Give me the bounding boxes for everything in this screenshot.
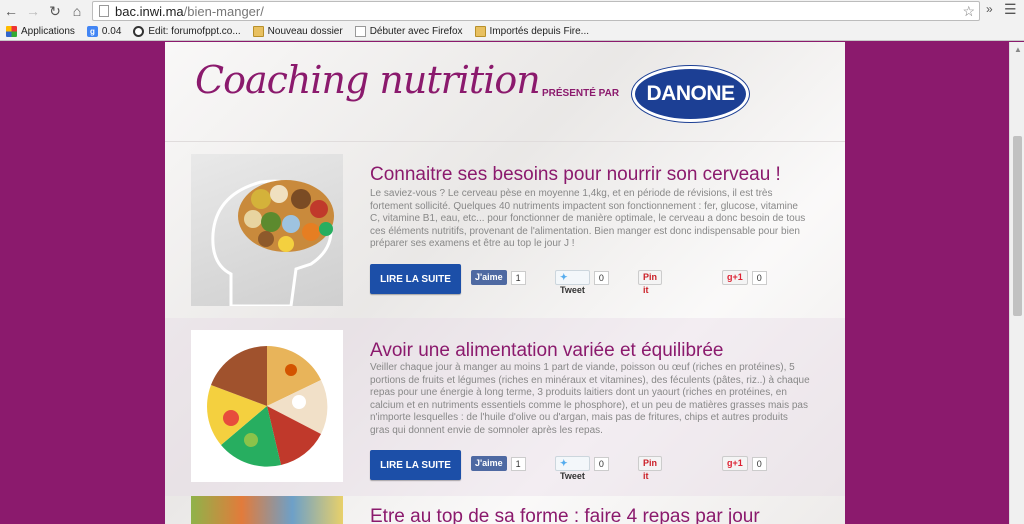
tweet-button[interactable]: ✦ Tweet 0 [555, 270, 609, 295]
google-plus-label-text: +1 [732, 272, 743, 282]
bookmark-label: Importés depuis Fire... [489, 25, 590, 37]
google-icon: g [86, 25, 98, 37]
page-icon [354, 25, 366, 37]
reload-icon[interactable]: ↻ [44, 0, 66, 22]
bookmark-label: Applications [21, 25, 75, 37]
page-header: Coaching nutrition PRÉSENTÉ PAR DANONE [165, 42, 845, 142]
fresh-food-image[interactable] [191, 496, 343, 524]
pin-it-label: Pin it [638, 270, 663, 295]
facebook-like-button[interactable]: J'aime 1 [471, 456, 526, 471]
tweet-count: 0 [593, 456, 609, 471]
address-bar[interactable]: bac.inwi.ma/bien-manger/ ☆ [92, 1, 980, 21]
google-plus-button[interactable]: g+1 0 [722, 270, 767, 285]
article-card: Avoir une alimentation variée et équilib… [165, 318, 845, 496]
twitter-bird-icon: ✦ [560, 272, 568, 282]
pin-it-button[interactable]: Pin it [638, 456, 663, 481]
bookmark-edit-forum[interactable]: Edit: forumofppt.co... [133, 25, 241, 37]
page-title: Coaching nutrition [195, 58, 541, 102]
tweet-label: ✦ Tweet [555, 270, 590, 295]
tweet-label-text: Tweet [560, 285, 585, 295]
danone-logo-text: DANONE [646, 82, 735, 105]
bookmarks-bar: Applications g 0.04 Edit: forumofppt.co..… [0, 22, 1024, 41]
article-title[interactable]: Avoir une alimentation variée et équilib… [370, 340, 723, 362]
url-path: /bien-manger/ [183, 3, 264, 19]
folder-icon [252, 25, 264, 37]
folder-icon [474, 25, 486, 37]
article-description: Le saviez-vous ? Le cerveau pèse en moye… [370, 188, 806, 249]
bookmark-importes-firefox[interactable]: Importés depuis Fire... [474, 25, 590, 37]
bookmark-label: Débuter avec Firefox [369, 25, 463, 37]
bookmark-label: Edit: forumofppt.co... [148, 25, 241, 37]
content-paper: Coaching nutrition PRÉSENTÉ PAR DANONE C… [165, 42, 845, 524]
brain-illustration [211, 179, 334, 306]
star-icon[interactable]: ☆ [962, 3, 975, 20]
tweet-label-text: Tweet [560, 471, 585, 481]
scrollbar-thumb[interactable] [1013, 136, 1022, 316]
brain-food-image[interactable] [191, 154, 343, 306]
article-description: Veiller chaque jour à manger au moins 1 … [370, 362, 810, 436]
google-plus-count: 0 [751, 270, 767, 285]
scroll-up-arrow-icon[interactable]: ▲ [1014, 45, 1022, 54]
google-plus-count: 0 [751, 456, 767, 471]
page-icon [99, 5, 109, 17]
article-card: Etre au top de sa forme : faire 4 repas … [165, 496, 845, 524]
tweet-count: 0 [593, 270, 609, 285]
url-host: bac.inwi.ma [115, 3, 184, 19]
page-scrollbar[interactable]: ▲ [1009, 42, 1024, 524]
back-arrow-icon[interactable]: ← [0, 0, 22, 22]
facebook-like-count: 1 [510, 456, 526, 471]
read-more-button[interactable]: LIRE LA SUITE [370, 264, 461, 294]
read-more-button[interactable]: LIRE LA SUITE [370, 450, 461, 480]
presented-by-label: PRÉSENTÉ PAR [542, 88, 620, 99]
extensions-overflow-button[interactable]: » [986, 2, 993, 16]
facebook-like-label: J'aime [471, 270, 507, 285]
home-icon[interactable]: ⌂ [66, 0, 88, 22]
pin-it-button[interactable]: Pin it [638, 270, 663, 295]
facebook-like-count: 1 [510, 270, 526, 285]
food-wheel-illustration [207, 346, 328, 467]
article-title[interactable]: Connaitre ses besoins pour nourrir son c… [370, 164, 781, 186]
twitter-bird-icon: ✦ [560, 458, 568, 468]
bookmark-label: 0.04 [101, 25, 122, 37]
article-title[interactable]: Etre au top de sa forme : faire 4 repas … [370, 506, 760, 524]
google-plus-label-text: +1 [732, 458, 743, 468]
hamburger-menu-icon[interactable]: ☰ [1004, 1, 1017, 18]
facebook-like-label: J'aime [471, 456, 507, 471]
article-card: Connaitre ses besoins pour nourrir son c… [165, 142, 845, 318]
tweet-label: ✦ Tweet [555, 456, 590, 481]
danone-logo[interactable]: DANONE [632, 66, 749, 122]
bookmark-debuter-firefox[interactable]: Débuter avec Firefox [354, 25, 463, 37]
balanced-diet-image[interactable] [191, 330, 343, 482]
google-plus-button[interactable]: g+1 0 [722, 456, 767, 471]
google-plus-label: g+1 [722, 270, 748, 285]
pin-it-label: Pin it [638, 456, 663, 481]
tweet-button[interactable]: ✦ Tweet 0 [555, 456, 609, 481]
bookmark-applications[interactable]: Applications [6, 25, 75, 37]
bookmark-google[interactable]: g 0.04 [86, 25, 122, 37]
edit-site-icon [133, 25, 145, 37]
apps-grid-icon [6, 25, 17, 37]
bookmark-label: Nouveau dossier [267, 25, 343, 37]
forward-arrow-icon[interactable]: → [22, 0, 44, 22]
facebook-like-button[interactable]: J'aime 1 [471, 270, 526, 285]
bookmark-nouveau-dossier[interactable]: Nouveau dossier [252, 25, 343, 37]
google-plus-label: g+1 [722, 456, 748, 471]
